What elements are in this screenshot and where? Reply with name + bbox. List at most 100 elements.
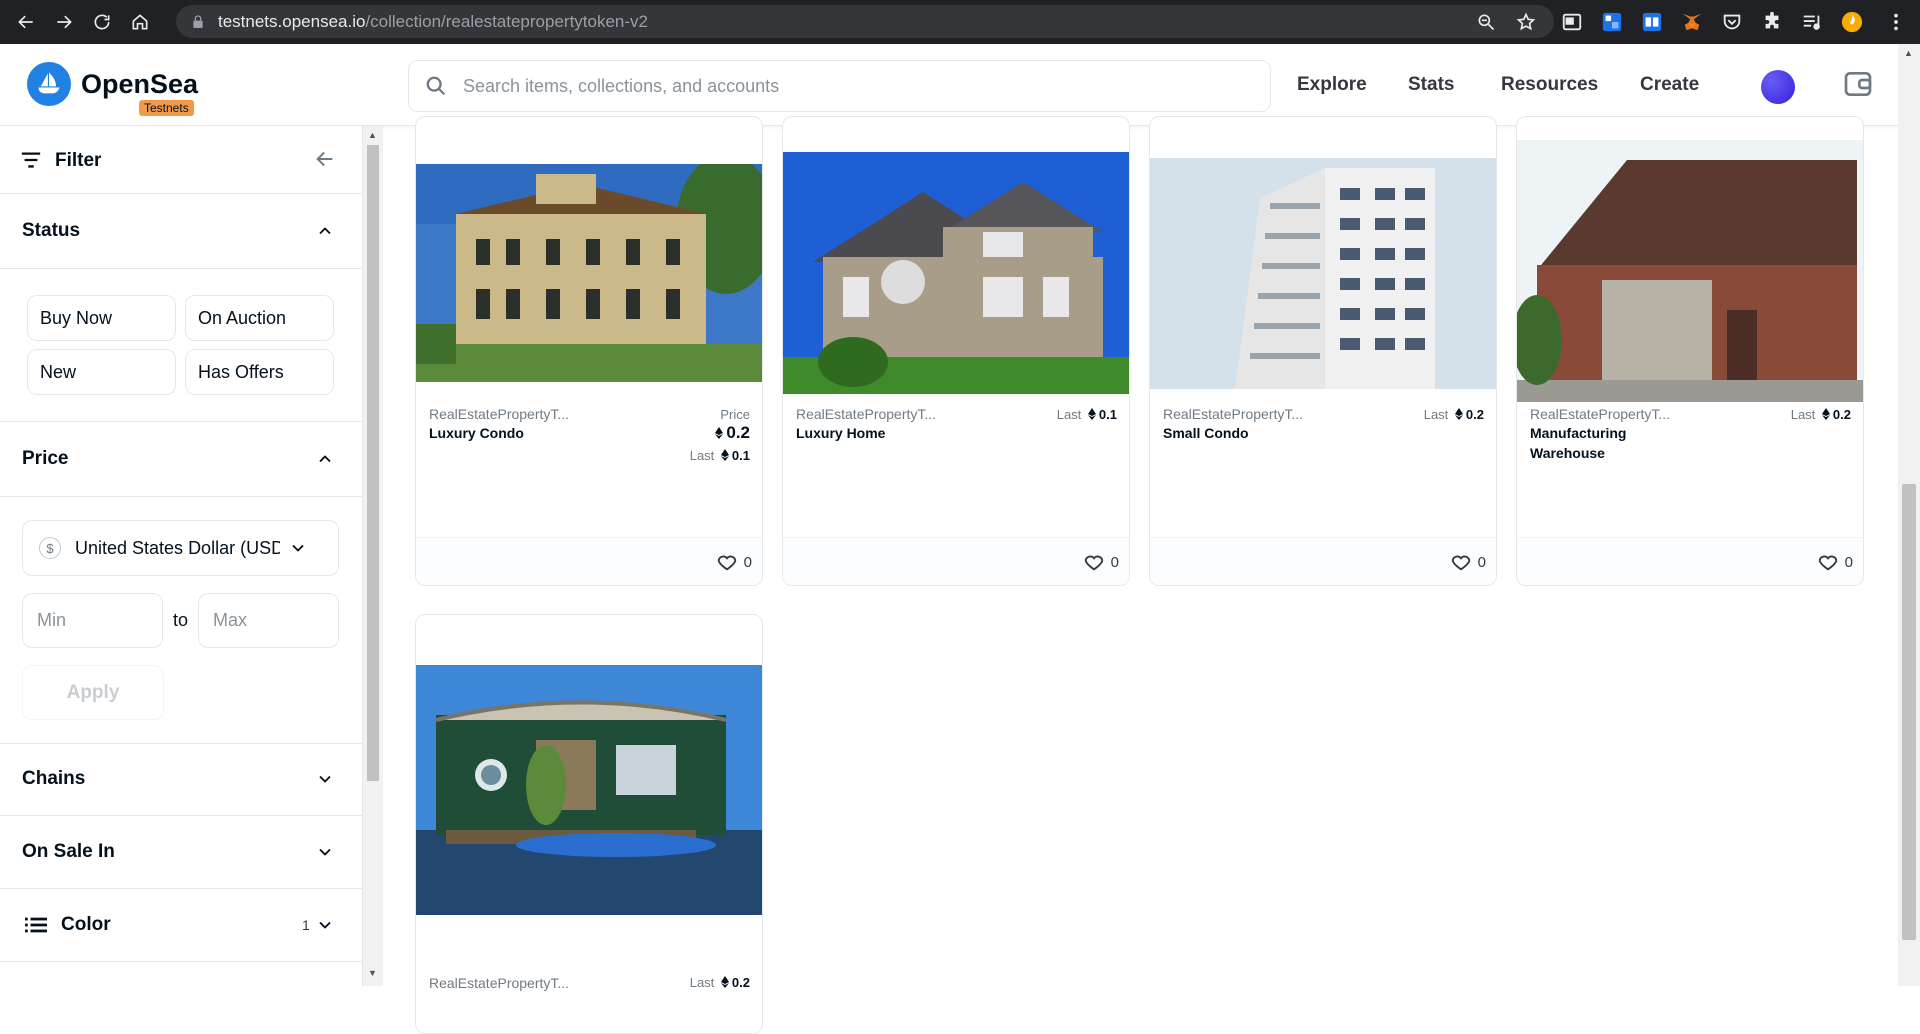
list-icon xyxy=(25,917,47,933)
nft-card[interactable]: RealEstatePropertyT... Last 0.2 xyxy=(415,614,763,1034)
currency-select[interactable]: $ United States Dollar (USD) xyxy=(22,520,339,576)
card-collection: RealEstatePropertyT... xyxy=(429,975,570,991)
account-avatar[interactable] xyxy=(1761,70,1795,104)
card-collection: RealEstatePropertyT... xyxy=(1163,406,1304,422)
opensea-ship-icon xyxy=(27,62,71,106)
nft-card[interactable]: RealEstatePropertyT... Luxury Home Last … xyxy=(782,116,1130,586)
eth-icon xyxy=(1087,408,1096,420)
status-chip-on-auction[interactable]: On Auction xyxy=(185,295,334,341)
color-section-header[interactable]: Color 1 xyxy=(0,889,362,962)
filter-sidebar: Filter Status Buy Now On Auction New Has… xyxy=(0,126,363,986)
heart-icon xyxy=(1451,555,1470,571)
scroll-down-arrow-icon[interactable]: ▼ xyxy=(368,968,377,978)
filter-header: Filter xyxy=(0,126,362,194)
nft-card[interactable]: RealEstatePropertyT... Manufacturing War… xyxy=(1516,116,1864,586)
last-sale: Last 0.2 xyxy=(1423,407,1484,422)
nav-resources[interactable]: Resources xyxy=(1501,74,1598,96)
eth-icon xyxy=(720,976,729,988)
items-grid: RealEstatePropertyT... Luxury Condo Pric… xyxy=(383,116,1898,1034)
lock-icon xyxy=(193,14,203,28)
heart-icon xyxy=(1084,555,1103,571)
eth-icon xyxy=(720,449,729,461)
card-footer: 0 xyxy=(1517,537,1863,585)
price-section-header[interactable]: Price xyxy=(0,422,362,497)
card-image-highrise-condo-tower xyxy=(1150,158,1496,389)
sidebar-scrollbar[interactable]: ▲ ▼ xyxy=(363,126,383,986)
favorite-button[interactable]: 0 xyxy=(1083,551,1119,573)
search-icon xyxy=(426,76,446,96)
extension-reader-icon[interactable] xyxy=(1640,10,1664,34)
status-section-body xyxy=(0,269,362,422)
eth-icon xyxy=(1454,408,1463,420)
chevron-down-icon[interactable] xyxy=(315,769,335,789)
card-footer: 0 xyxy=(416,537,762,585)
nft-card[interactable]: RealEstatePropertyT... Small Condo Last … xyxy=(1149,116,1497,586)
heart-icon xyxy=(1818,555,1837,571)
chevron-up-icon[interactable] xyxy=(315,449,335,469)
page-scrollbar[interactable]: ▲ xyxy=(1898,44,1920,986)
card-price: 0.2 xyxy=(712,423,750,443)
nav-stats[interactable]: Stats xyxy=(1408,74,1454,96)
status-chip-buy-now[interactable]: Buy Now xyxy=(27,295,176,341)
back-icon[interactable] xyxy=(10,6,42,38)
zoom-icon[interactable] xyxy=(1476,12,1496,32)
favorite-button[interactable]: 0 xyxy=(1817,551,1853,573)
profile-icon[interactable] xyxy=(1840,10,1864,34)
tab-search-icon[interactable] xyxy=(1560,10,1584,34)
logo-text: OpenSea xyxy=(81,68,199,99)
chains-section-header[interactable]: Chains xyxy=(0,743,362,816)
sidebar-scroll-thumb[interactable] xyxy=(367,145,379,781)
price-label: Price xyxy=(720,407,750,422)
status-title: Status xyxy=(22,220,81,241)
site-header: OpenSea Testnets Explore Stats Resources… xyxy=(0,44,1898,126)
card-name: Manufacturing Warehouse xyxy=(1530,425,1627,461)
search-input[interactable] xyxy=(463,75,1223,97)
color-title: Color xyxy=(61,914,111,935)
filter-label: Filter xyxy=(55,150,102,171)
eth-icon xyxy=(1821,408,1830,420)
home-icon[interactable] xyxy=(124,6,156,38)
card-footer: 0 xyxy=(783,537,1129,585)
nft-card[interactable]: RealEstatePropertyT... Luxury Condo Pric… xyxy=(415,116,763,586)
card-name: Small Condo xyxy=(1163,425,1249,441)
apply-button[interactable]: Apply xyxy=(22,665,164,720)
search-bar[interactable] xyxy=(408,60,1271,112)
extensions-puzzle-icon[interactable] xyxy=(1760,10,1784,34)
status-section-header[interactable]: Status xyxy=(0,194,362,269)
card-image-yellow-victorian-house xyxy=(416,164,762,382)
onsale-section-header[interactable]: On Sale In xyxy=(0,816,362,889)
collapse-arrow-icon[interactable] xyxy=(314,148,336,170)
scroll-up-arrow-icon[interactable]: ▲ xyxy=(368,130,377,140)
media-queue-icon[interactable] xyxy=(1800,10,1824,34)
address-bar[interactable]: testnets.opensea.io/collection/realestat… xyxy=(176,5,1554,38)
testnets-badge: Testnets xyxy=(139,100,194,116)
forward-icon[interactable] xyxy=(48,6,80,38)
wallet-icon[interactable] xyxy=(1842,68,1874,100)
nav-explore[interactable]: Explore xyxy=(1297,74,1367,96)
favorite-button[interactable]: 0 xyxy=(716,551,752,573)
scroll-up-arrow-icon[interactable]: ▲ xyxy=(1904,48,1913,58)
extension-blue-icon[interactable] xyxy=(1600,10,1624,34)
card-image-green-houseboat xyxy=(416,665,762,915)
page-scroll-thumb[interactable] xyxy=(1902,484,1916,940)
status-chip-has-offers[interactable]: Has Offers xyxy=(185,349,334,395)
price-max-input[interactable] xyxy=(198,593,339,648)
bookmark-star-icon[interactable] xyxy=(1516,12,1536,32)
eth-icon xyxy=(715,427,724,439)
pocket-icon[interactable] xyxy=(1720,10,1744,34)
heart-icon xyxy=(717,555,736,571)
status-chip-new[interactable]: New xyxy=(27,349,176,395)
metamask-fox-icon[interactable] xyxy=(1680,10,1704,34)
favorite-button[interactable]: 0 xyxy=(1450,551,1486,573)
card-image-brick-warehouse xyxy=(1517,140,1863,402)
chevron-down-icon[interactable] xyxy=(315,842,335,862)
menu-kebab-icon[interactable] xyxy=(1884,10,1908,34)
nav-create[interactable]: Create xyxy=(1640,74,1699,96)
card-image-two-story-suburban-home xyxy=(783,152,1129,394)
chevron-up-icon[interactable] xyxy=(315,221,335,241)
price-min-input[interactable] xyxy=(22,593,163,648)
reload-icon[interactable] xyxy=(86,6,118,38)
chevron-down-icon[interactable] xyxy=(315,915,335,935)
card-collection: RealEstatePropertyT... xyxy=(796,406,937,422)
dollar-icon: $ xyxy=(39,537,61,559)
